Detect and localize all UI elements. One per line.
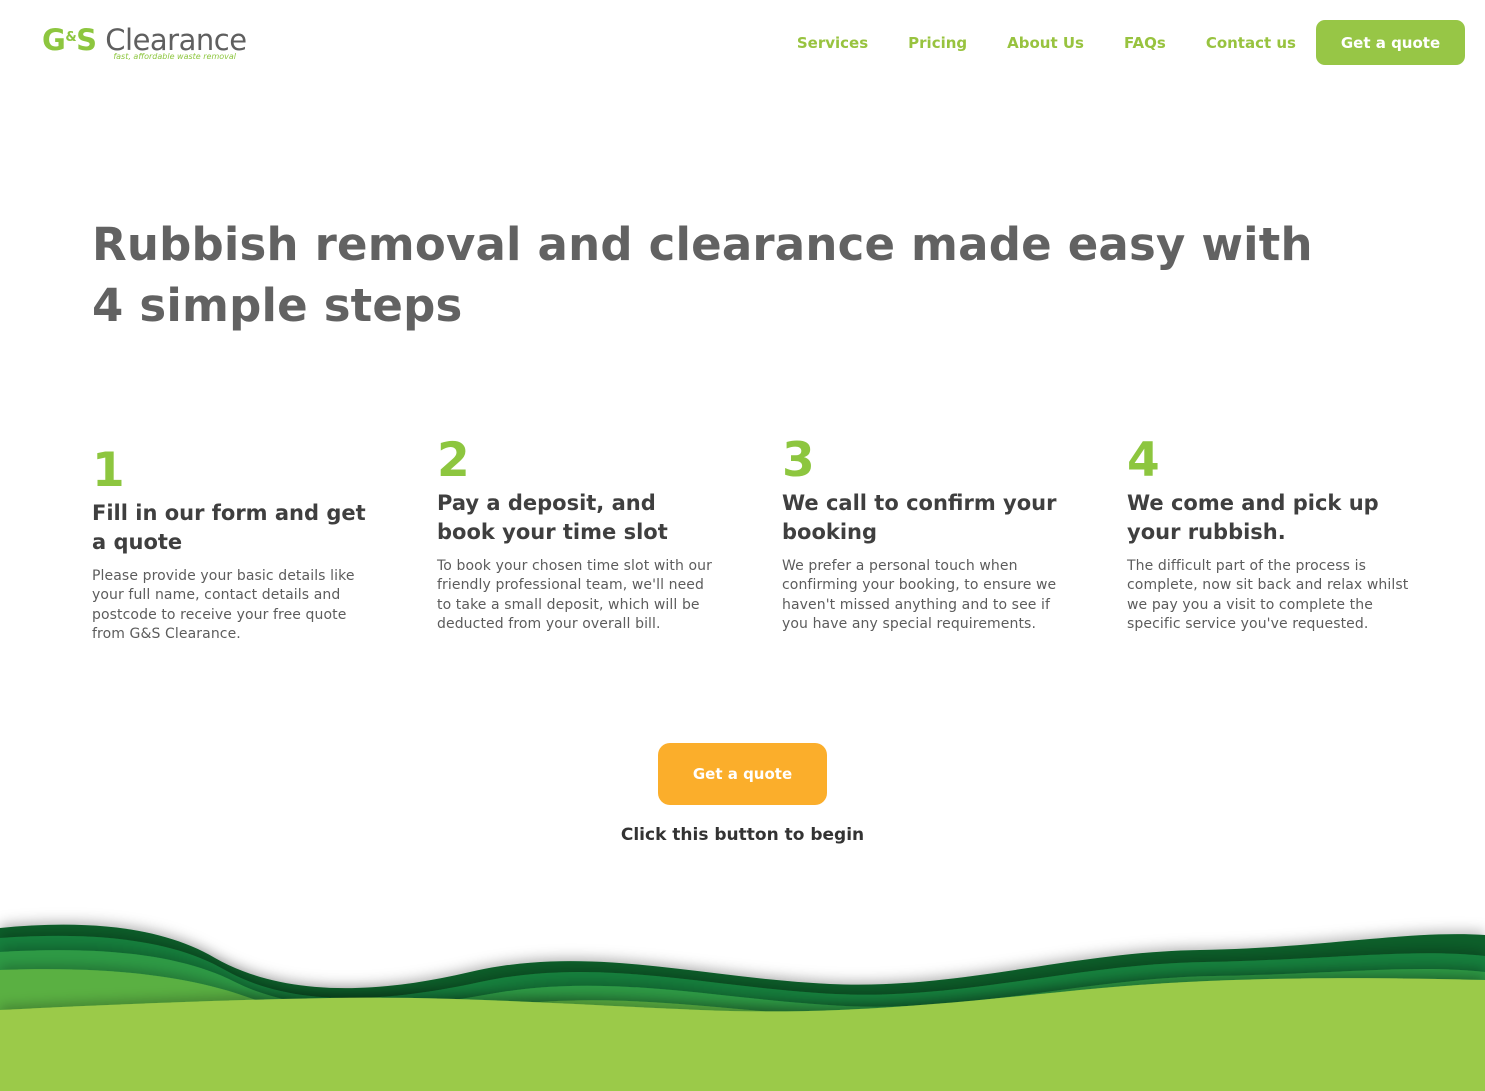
- nav-link-about-us[interactable]: About Us: [1007, 34, 1084, 52]
- step-title: Pay a deposit, and book your time slot: [437, 491, 668, 544]
- step-title: We call to confirm your booking: [782, 491, 1057, 544]
- nav-link-services[interactable]: Services: [797, 34, 868, 52]
- page: G&S Clearance fast, affordable waste rem…: [0, 0, 1485, 1091]
- step-4: 4 We come and pick up your rubbish. The …: [1127, 436, 1409, 634]
- main-nav: Services Pricing About Us FAQs Contact u…: [757, 20, 1465, 65]
- step-3: 3 We call to confirm your booking We pre…: [782, 436, 1064, 634]
- nav-link-faqs[interactable]: FAQs: [1124, 34, 1166, 52]
- nav-link-pricing[interactable]: Pricing: [908, 34, 967, 52]
- green-waves-decoration: [0, 924, 1485, 1091]
- logo-letter-g: G: [42, 23, 66, 57]
- step-title: Fill in our form and get a quote: [92, 501, 366, 554]
- step-description: Please provide your basic details like y…: [92, 568, 355, 642]
- step-description: The difficult part of the process is com…: [1127, 558, 1409, 632]
- header-get-quote-button[interactable]: Get a quote: [1316, 20, 1465, 65]
- step-title: We come and pick up your rubbish.: [1127, 491, 1379, 544]
- step-description: We prefer a personal touch when confirmi…: [782, 558, 1057, 632]
- step-number: 4: [1127, 433, 1160, 488]
- logo-tagline: fast, affordable waste removal: [113, 52, 236, 61]
- logo-letter-s: S: [76, 23, 97, 57]
- step-1: 1 Fill in our form and get a quote Pleas…: [92, 446, 374, 644]
- step-number: 1: [92, 443, 125, 498]
- logo-ampersand: &: [65, 30, 77, 45]
- nav-link-contact-us[interactable]: Contact us: [1206, 34, 1296, 52]
- step-2: 2 Pay a deposit, and book your time slot…: [437, 436, 719, 634]
- get-quote-button[interactable]: Get a quote: [658, 743, 827, 805]
- site-logo[interactable]: G&S Clearance fast, affordable waste rem…: [42, 20, 247, 64]
- step-description: To book your chosen time slot with our f…: [437, 558, 712, 632]
- page-title: Rubbish removal and clearance made easy …: [92, 218, 1313, 332]
- cta-caption: Click this button to begin: [620, 825, 865, 845]
- step-number: 2: [437, 433, 470, 488]
- step-number: 3: [782, 433, 815, 488]
